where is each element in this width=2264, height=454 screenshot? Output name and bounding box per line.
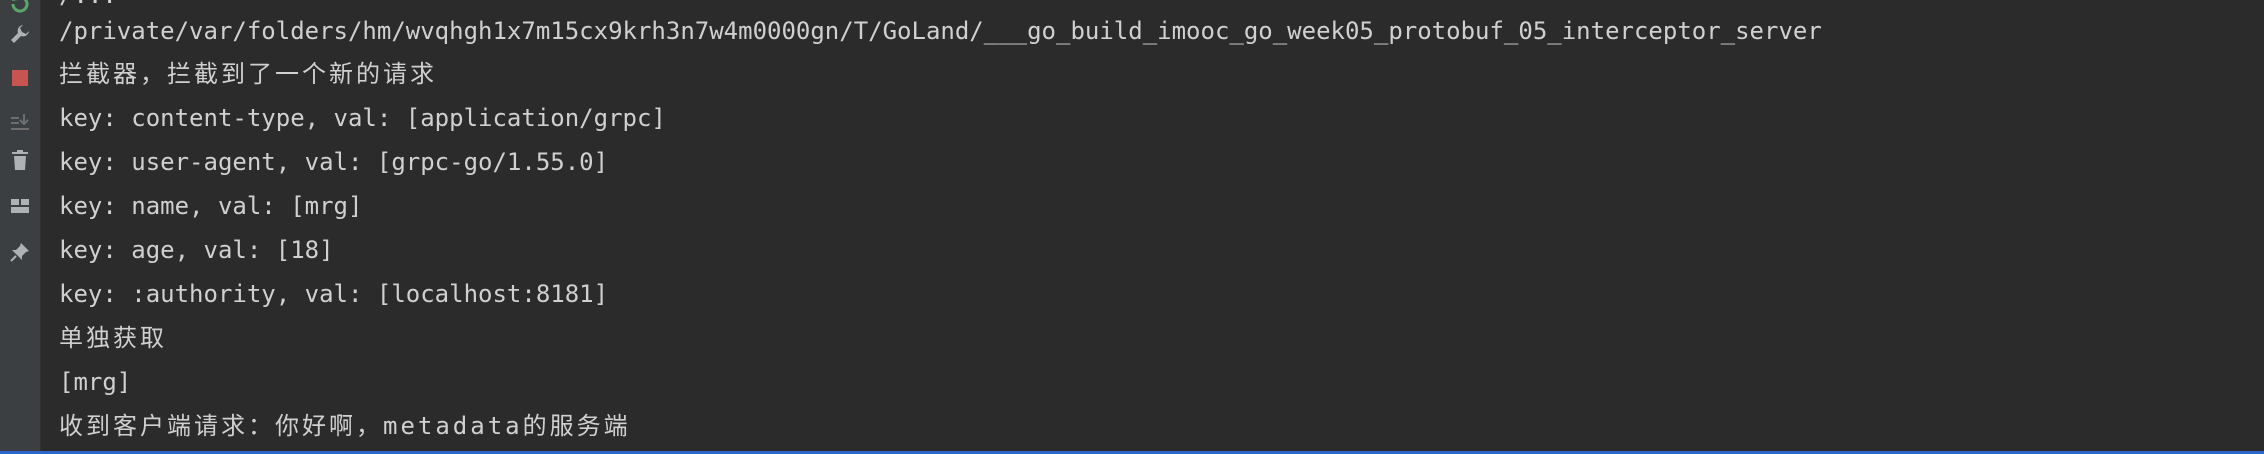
layout-icon[interactable]: [6, 192, 34, 220]
console-line-content-type: key: content-type, val: [application/grp…: [59, 104, 666, 132]
console-line-user-agent: key: user-agent, val: [grpc-go/1.55.0]: [59, 148, 609, 176]
wrench-icon[interactable]: [6, 20, 34, 48]
console-line-mrg: [mrg]: [59, 368, 132, 396]
console-line-age: key: age, val: [18]: [59, 236, 334, 264]
stop-icon[interactable]: [6, 64, 34, 92]
console-line-single-get: 单独获取: [59, 324, 167, 352]
console-output[interactable]: /... /private/var/folders/hm/wvqhgh1x7m1…: [41, 0, 2264, 454]
console-line-authority: key: :authority, val: [localhost:8181]: [59, 280, 609, 308]
rerun-icon[interactable]: [6, 0, 34, 18]
console-line-partial: /...: [59, 0, 117, 10]
console-line-client-request: 收到客户端请求：你好啊，metadata的服务端: [59, 412, 631, 440]
console-line-path: /private/var/folders/hm/wvqhgh1x7m15cx9k…: [59, 17, 1822, 45]
console-line-name: key: name, val: [mrg]: [59, 192, 363, 220]
pin-icon[interactable]: [6, 238, 34, 266]
trash-icon[interactable]: [6, 146, 34, 174]
scroll-to-end-icon[interactable]: [6, 108, 34, 136]
run-toolbar: [0, 0, 41, 454]
run-tool-window: /... /private/var/folders/hm/wvqhgh1x7m1…: [0, 0, 2264, 454]
console-line-interceptor: 拦截器，拦截到了一个新的请求: [59, 60, 437, 88]
